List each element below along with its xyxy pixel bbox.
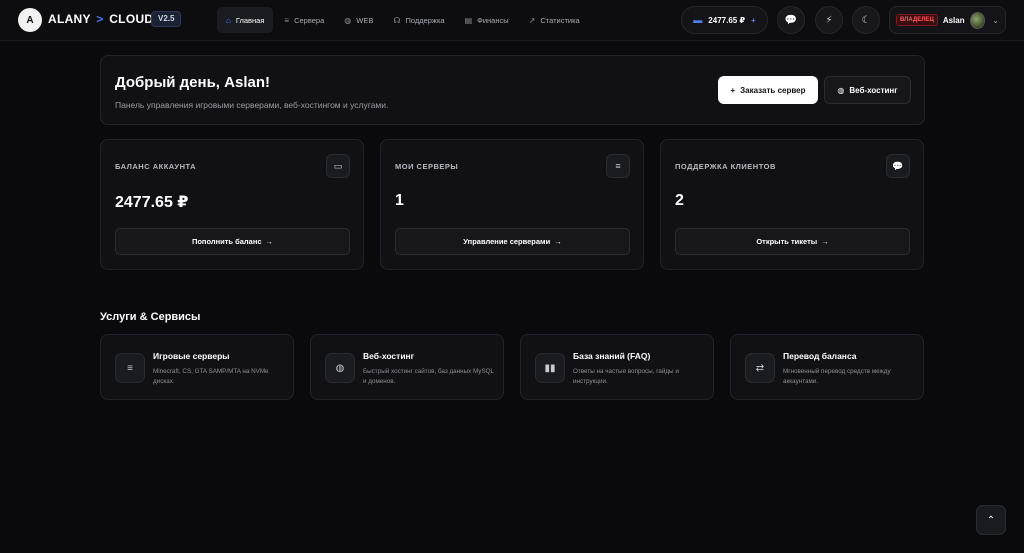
- manage-servers-button[interactable]: Управление серверами →: [395, 228, 630, 255]
- plus-icon: +: [730, 85, 736, 95]
- balance-value: 2477.65 ₽: [708, 15, 746, 25]
- service-card-web-hosting[interactable]: ◍ Веб-хостинг Быстрый хостинг сайтов, ба…: [310, 334, 504, 400]
- button-label: Управление серверами: [463, 237, 551, 246]
- arrow-right-icon: →: [265, 237, 274, 246]
- username: Aslan: [942, 15, 965, 25]
- service-card-game-servers[interactable]: ≡ Игровые серверы Minecraft, CS, GTA SAM…: [100, 334, 294, 400]
- button-label: Пополнить баланс: [191, 237, 262, 246]
- nav-statistics[interactable]: ↗ Статистика: [520, 7, 589, 33]
- headset-icon: ☊: [393, 15, 401, 25]
- nav-label: Статистика: [540, 15, 580, 25]
- top-up-balance-button[interactable]: Пополнить баланс →: [115, 228, 350, 255]
- brand-left: ALANY: [48, 12, 91, 26]
- plus-icon: +: [751, 15, 756, 25]
- server-icon: ≡: [284, 15, 290, 25]
- globe-icon: ◍: [837, 85, 845, 95]
- avatar: [969, 11, 986, 29]
- theme-toggle-button[interactable]: ☾: [852, 6, 880, 34]
- service-title: Перевод баланса: [783, 351, 857, 361]
- stat-card-balance: БАЛАНС АККАУНТА ▭ 2477.65 ₽ Пополнить ба…: [100, 139, 364, 270]
- service-title: Игровые серверы: [153, 351, 230, 361]
- stat-card-support: ПОДДЕРЖКА КЛИЕНТОВ 💬 2 Открыть тикеты →: [660, 139, 924, 270]
- service-desc: Minecraft, CS, GTA SAMP/MTA на NVMe диск…: [153, 368, 269, 385]
- wallet-icon: ▤: [464, 15, 473, 25]
- home-icon: ⌂: [226, 15, 231, 25]
- top-navbar: A ALANY > CLOUD V2.5 ⌂ Главная ≡ Сервера…: [0, 0, 1024, 41]
- card-icon: ▬: [693, 15, 703, 25]
- lightning-icon: ⚡: [825, 14, 833, 26]
- chat-button[interactable]: 💬: [777, 6, 805, 34]
- stat-label: БАЛАНС АККАУНТА: [115, 162, 197, 171]
- page-subtitle: Панель управления игровыми серверами, ве…: [115, 100, 389, 110]
- service-desc: Быстрый хостинг сайтов, баз данных MySQL…: [363, 368, 494, 385]
- arrow-right-icon: →: [554, 237, 562, 246]
- chat-icon: 💬: [886, 154, 910, 178]
- chevron-down-icon: ⌄: [992, 15, 999, 25]
- scroll-to-top-button[interactable]: ⌃: [976, 505, 1006, 535]
- service-desc: Мгновенный перевод средств между аккаунт…: [783, 368, 891, 385]
- nav-label: WEB: [356, 15, 374, 25]
- book-icon: ▮▮: [535, 353, 565, 383]
- nav-label: Главная: [235, 15, 265, 25]
- nav-label: Финансы: [477, 15, 509, 25]
- stat-label: МОИ СЕРВЕРЫ: [395, 162, 459, 171]
- user-menu[interactable]: ВЛАДЕЛЕЦ Aslan ⌄: [889, 6, 1006, 34]
- nav-web[interactable]: ◍ WEB: [335, 7, 382, 33]
- welcome-panel: Добрый день, Aslan! Панель управления иг…: [100, 55, 925, 125]
- lightning-button[interactable]: ⚡: [815, 6, 843, 34]
- page-title: Добрый день, Aslan!: [115, 74, 270, 91]
- service-title: Веб-хостинг: [363, 351, 415, 361]
- arrow-right-icon: →: [821, 237, 829, 246]
- nav-servers[interactable]: ≡ Сервера: [275, 7, 333, 33]
- button-label: Веб-хостинг: [849, 85, 898, 95]
- stat-card-servers: МОИ СЕРВЕРЫ ≡ 1 Управление серверами →: [380, 139, 644, 270]
- service-card-faq[interactable]: ▮▮ База знаний (FAQ) Ответы на частые во…: [520, 334, 714, 400]
- wallet-icon: ▭: [326, 154, 350, 178]
- logo-icon[interactable]: A: [18, 8, 42, 32]
- order-server-button[interactable]: + Заказать сервер: [718, 76, 818, 104]
- version-badge: V2.5: [151, 11, 182, 27]
- service-card-balance-transfer[interactable]: ⇄ Перевод баланса Мгновенный перевод сре…: [730, 334, 924, 400]
- service-desc: Ответы на частые вопросы, гайды и инстру…: [573, 368, 679, 385]
- server-icon: ≡: [606, 154, 630, 178]
- open-tickets-button[interactable]: Открыть тикеты →: [675, 228, 910, 255]
- button-label: Заказать сервер: [740, 85, 806, 95]
- chart-icon: ↗: [528, 15, 536, 25]
- balance-pill[interactable]: ▬ 2477.65 ₽ +: [681, 6, 768, 34]
- nav-support[interactable]: ☊ Поддержка: [384, 7, 453, 33]
- web-hosting-button[interactable]: ◍ Веб-хостинг: [824, 76, 911, 104]
- stat-label: ПОДДЕРЖКА КЛИЕНТОВ: [675, 162, 776, 171]
- role-badge: ВЛАДЕЛЕЦ: [896, 14, 938, 26]
- nav-home[interactable]: ⌂ Главная: [217, 7, 274, 33]
- brand-name[interactable]: ALANY > CLOUD: [48, 12, 153, 26]
- services-heading: Услуги & Сервисы: [100, 311, 201, 323]
- nav-finance[interactable]: ▤ Финансы: [456, 7, 518, 33]
- transfer-icon: ⇄: [745, 353, 775, 383]
- globe-icon: ◍: [325, 353, 355, 383]
- chevron-up-icon: ⌃: [986, 514, 996, 526]
- nav-label: Сервера: [294, 15, 325, 25]
- stat-value: 2: [675, 192, 684, 209]
- button-label: Открыть тикеты: [756, 237, 818, 246]
- moon-icon: ☾: [861, 14, 871, 26]
- server-icon: ≡: [115, 353, 145, 383]
- main-nav: ⌂ Главная ≡ Сервера ◍ WEB ☊ Поддержка ▤ …: [217, 7, 589, 33]
- brand-right: CLOUD: [109, 12, 154, 26]
- globe-icon: ◍: [344, 15, 352, 25]
- chat-icon: 💬: [784, 14, 798, 26]
- brand-separator: >: [96, 12, 104, 26]
- stat-value: 1: [395, 192, 404, 209]
- service-title: База знаний (FAQ): [573, 351, 651, 361]
- stat-value: 2477.65 ₽: [115, 194, 189, 211]
- nav-label: Поддержка: [405, 15, 445, 25]
